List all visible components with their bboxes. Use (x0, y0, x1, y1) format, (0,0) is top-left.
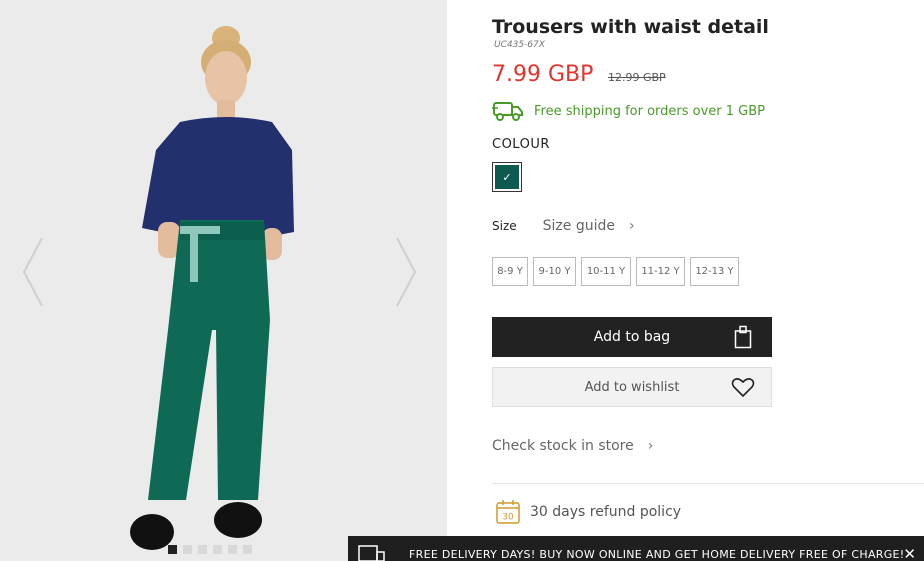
gallery-dot[interactable] (183, 545, 192, 554)
size-option-11-12[interactable]: 11-12 Y (636, 257, 685, 286)
original-price: 12.99 GBP (608, 71, 666, 84)
gallery-dot[interactable] (228, 545, 237, 554)
shopping-bag-icon (734, 325, 752, 349)
product-sku: UC435-67X (494, 40, 545, 50)
add-to-wishlist-label: Add to wishlist (584, 379, 680, 395)
size-options: 8-9 Y 9-10 Y 10-11 Y 11-12 Y 12-13 Y (492, 257, 739, 286)
gallery-dot[interactable] (213, 545, 222, 554)
refund-policy: 30 30 days refund policy (496, 499, 681, 525)
check-stock-link[interactable]: Check stock in store › (492, 438, 653, 454)
shipping-info: Free shipping for orders over 1 GBP (492, 100, 765, 122)
current-price: 7.99 GBP (492, 62, 594, 87)
product-image-gallery[interactable] (0, 0, 447, 561)
gallery-pagination (168, 545, 252, 554)
product-title: Trousers with waist detail (492, 16, 769, 38)
size-option-9-10[interactable]: 9-10 Y (533, 257, 576, 286)
size-option-12-13[interactable]: 12-13 Y (690, 257, 739, 286)
promo-banner: FREE DELIVERY DAYS! BUY NOW ONLINE AND G… (348, 536, 924, 561)
product-photo (130, 26, 294, 550)
heart-icon (731, 378, 755, 398)
promo-banner-text: FREE DELIVERY DAYS! BUY NOW ONLINE AND G… (409, 548, 905, 561)
add-to-bag-label: Add to bag (593, 329, 671, 345)
divider (492, 483, 924, 484)
size-option-8-9[interactable]: 8-9 Y (492, 257, 528, 286)
next-image-arrow-icon[interactable] (393, 236, 419, 308)
refund-policy-text: 30 days refund policy (530, 504, 682, 520)
size-label: Size (492, 219, 517, 233)
check-icon: ✓ (502, 170, 512, 184)
gallery-dot[interactable] (168, 545, 177, 554)
size-option-10-11[interactable]: 10-11 Y (581, 257, 631, 286)
gallery-dot[interactable] (198, 545, 207, 554)
check-stock-label: Check stock in store (492, 438, 634, 454)
previous-image-arrow-icon[interactable] (20, 236, 46, 308)
calendar-icon: 30 (496, 500, 520, 524)
colour-swatch-green[interactable]: ✓ (492, 162, 522, 192)
shipping-text: Free shipping for orders over 1 GBP (534, 103, 766, 119)
delivery-box-icon (358, 545, 385, 561)
size-guide-link[interactable]: Size guide (543, 218, 615, 234)
add-to-wishlist-button[interactable]: Add to wishlist (492, 367, 772, 407)
size-row: Size Size guide › (492, 218, 635, 234)
colour-label: COLOUR (492, 137, 550, 152)
chevron-right-icon: › (647, 438, 654, 454)
chevron-right-icon: › (628, 218, 635, 234)
delivery-truck-icon (492, 102, 523, 121)
close-icon[interactable]: ✕ (903, 545, 916, 561)
gallery-dot[interactable] (243, 545, 252, 554)
calendar-number: 30 (502, 513, 514, 523)
add-to-bag-button[interactable]: Add to bag (492, 317, 772, 357)
